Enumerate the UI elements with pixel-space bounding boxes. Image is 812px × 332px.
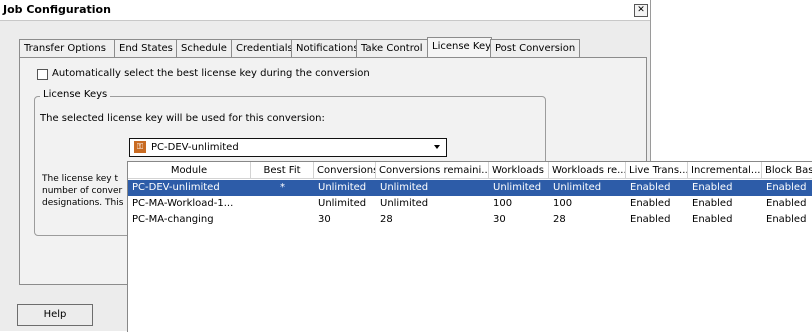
license-description: The license key t number of conver desig… [42,173,128,209]
help-button[interactable]: Help [17,304,93,326]
table-cell: PC-DEV-unlimited [132,182,220,193]
auto-select-checkbox[interactable] [37,69,48,80]
tab-post-conversion[interactable]: Post Conversion [490,39,580,57]
column-header-module[interactable]: Module [128,162,251,179]
table-cell: 28 [380,214,393,225]
license-key-icon: ⚿ [134,141,146,153]
table-cell: PC-MA-Workload-1... [132,198,234,209]
tab-notifications[interactable]: Notifications [291,39,360,57]
selected-license-label: The selected license key will be used fo… [40,113,325,124]
tab-end-states[interactable]: End States [114,39,181,57]
license-keys-group-title: License Keys [40,89,111,100]
tab-license-key[interactable]: License Key [427,37,492,58]
table-cell: Enabled [766,214,807,225]
column-header-incremental[interactable]: Incremental... [688,162,762,179]
column-header-workloads[interactable]: Workloads [489,162,549,179]
window-title: Job Configuration [3,3,111,16]
description-line: The license key t [42,174,119,184]
table-cell: 100 [553,198,573,209]
table-cell: Enabled [766,198,807,209]
table-row[interactable]: PC-MA-changing 30 28 30 28 Enabled Enabl… [128,212,812,228]
table-cell: Enabled [692,214,733,225]
tab-take-control[interactable]: Take Control [356,39,431,57]
close-icon[interactable]: ✕ [634,4,648,17]
table-cell: Unlimited [493,182,542,193]
table-cell: Unlimited [318,198,367,209]
title-bar: Job Configuration ✕ [0,0,650,21]
description-line: number of conver [42,186,123,196]
column-header-best-fit[interactable]: Best Fit [251,162,314,179]
tab-schedule[interactable]: Schedule [176,39,235,57]
chevron-down-icon[interactable] [434,145,440,149]
tab-transfer-options[interactable]: Transfer Options [19,39,118,57]
table-cell: Enabled [692,182,733,193]
table-cell: 100 [493,198,513,209]
table-cell [251,212,314,228]
tab-credentials[interactable]: Credentials [231,39,295,57]
column-header-live-transfer[interactable]: Live Trans... [626,162,688,179]
description-line: designations. This [42,198,124,208]
column-header-conversions[interactable]: Conversions [314,162,376,179]
column-header-block-based[interactable]: Block Bas [762,162,812,179]
table-cell: Enabled [766,182,807,193]
table-row[interactable]: PC-DEV-unlimited * Unlimited Unlimited U… [128,180,812,196]
auto-select-label: Automatically select the best license ke… [52,68,370,79]
table-cell: * [280,182,285,193]
combo-value: PC-DEV-unlimited [151,142,239,153]
table-cell: PC-MA-changing [132,214,214,225]
table-row[interactable]: PC-MA-Workload-1... Unlimited Unlimited … [128,196,812,212]
table-cell: 28 [553,214,566,225]
table-cell: Enabled [630,198,671,209]
license-key-dropdown: Module Best Fit Conversions Conversions … [127,161,812,332]
table-cell [251,196,314,212]
table-cell: Enabled [630,214,671,225]
table-cell: Enabled [630,182,671,193]
column-header-conversions-remaining[interactable]: Conversions remaini... [376,162,489,179]
table-cell: 30 [318,214,331,225]
table-cell: Unlimited [318,182,367,193]
table-cell: Unlimited [380,182,429,193]
column-header-workloads-remaining[interactable]: Workloads re... [549,162,626,179]
table-cell: 30 [493,214,506,225]
table-cell: Unlimited [553,182,602,193]
table-cell: Enabled [692,198,733,209]
license-key-combobox[interactable]: ⚿ PC-DEV-unlimited [129,138,447,157]
table-cell: Unlimited [380,198,429,209]
